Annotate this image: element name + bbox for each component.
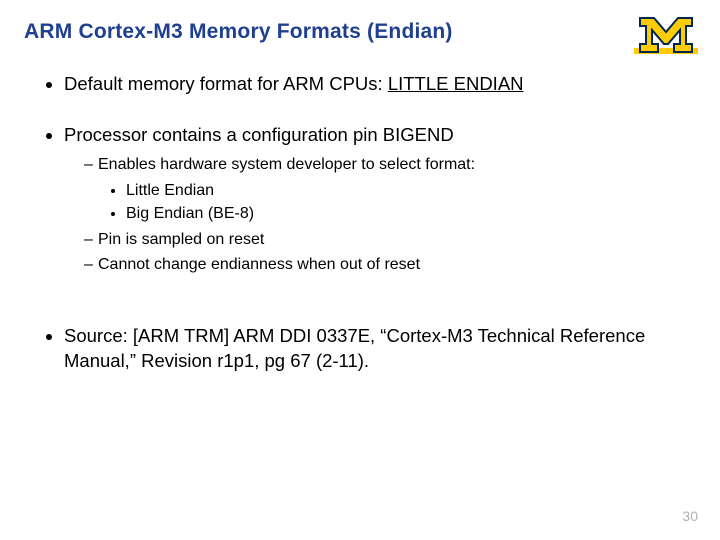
- bullet-1-emph: LITTLE ENDIAN: [388, 73, 524, 94]
- bullet-2-text: Processor contains a configuration pin B…: [64, 124, 454, 145]
- bullet-2-3: Cannot change endianness when out of res…: [84, 254, 680, 276]
- bullet-2-1-text: Enables hardware system developer to sel…: [98, 156, 475, 173]
- bullet-2: Processor contains a configuration pin B…: [64, 123, 680, 276]
- umich-logo: [634, 14, 698, 54]
- slide-title: ARM Cortex-M3 Memory Formats (Endian): [24, 20, 453, 44]
- bullet-2-1-b: Big Endian (BE-8): [126, 203, 680, 225]
- bullet-2-1: Enables hardware system developer to sel…: [84, 154, 680, 225]
- bullet-3: Source: [ARM TRM] ARM DDI 0337E, “Cortex…: [64, 324, 680, 374]
- slide: ARM Cortex-M3 Memory Formats (Endian) De…: [0, 0, 720, 540]
- bullet-2-1-a: Little Endian: [126, 180, 680, 202]
- page-number: 30: [682, 508, 698, 524]
- bullet-list: Default memory format for ARM CPUs: LITT…: [36, 72, 680, 374]
- bullet-2-sublist: Enables hardware system developer to sel…: [64, 154, 680, 276]
- bullet-1: Default memory format for ARM CPUs: LITT…: [64, 72, 680, 97]
- bullet-2-2: Pin is sampled on reset: [84, 229, 680, 251]
- content-area: Default memory format for ARM CPUs: LITT…: [36, 72, 680, 400]
- bullet-2-1-sublist: Little Endian Big Endian (BE-8): [98, 180, 680, 225]
- bullet-1-pre: Default memory format for ARM CPUs:: [64, 73, 388, 94]
